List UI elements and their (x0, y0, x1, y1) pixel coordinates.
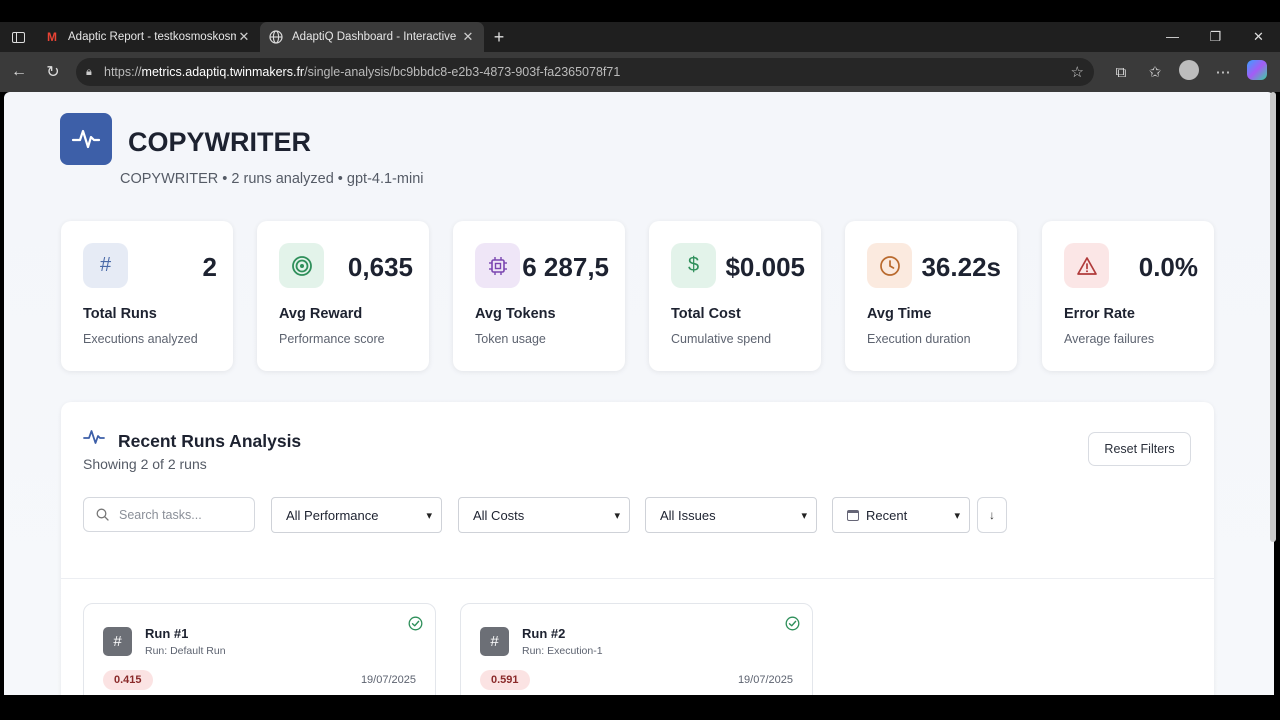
run-title: Run #1 (145, 626, 189, 641)
minimize-icon[interactable]: — (1151, 29, 1194, 45)
stat-label: Avg Tokens (475, 306, 556, 322)
stat-value: 36.22s (921, 252, 1001, 282)
close-icon[interactable]: ✕ (460, 29, 476, 45)
target-icon (279, 243, 324, 288)
stat-label: Error Rate (1064, 306, 1135, 322)
hash-icon: # (103, 627, 132, 656)
profile-avatar[interactable] (1172, 60, 1206, 84)
search-box[interactable] (83, 497, 255, 532)
favorites-icon[interactable]: ✩ (1138, 63, 1172, 81)
window-close-icon[interactable]: ✕ (1237, 29, 1280, 45)
stat-sub: Performance score (279, 332, 385, 346)
divider (61, 578, 1214, 579)
globe-icon (268, 29, 284, 45)
stat-value: 6 287,5 (522, 252, 609, 282)
chevron-down-icon: ▾ (954, 509, 960, 522)
chevron-down-icon: ▾ (614, 509, 620, 522)
run-card[interactable]: # Run #2 Run: Execution-1 0.591 19/07/20… (460, 603, 813, 695)
dollar-icon: $ (671, 243, 716, 288)
browser-toolbar: ← ↻ 🔒︎ https://metrics.adaptiq.twinmaker… (0, 52, 1280, 92)
stat-card-avg-time: 36.22s Avg Time Execution duration (845, 221, 1017, 371)
search-input[interactable] (119, 507, 249, 522)
back-icon[interactable]: ← (2, 63, 36, 81)
stat-value: $0.005 (725, 252, 805, 282)
chevron-down-icon: ▾ (426, 509, 432, 522)
stat-sub: Executions analyzed (83, 332, 198, 346)
stat-sub: Average failures (1064, 332, 1155, 346)
warning-icon (1064, 243, 1109, 288)
stat-value: 0,635 (347, 252, 413, 282)
cpu-icon (475, 243, 520, 288)
score-badge: 0.591 (480, 670, 530, 690)
hash-icon: # (480, 627, 509, 656)
stat-label: Avg Reward (279, 306, 363, 322)
stat-value: 2 (202, 252, 217, 282)
panel-subtitle: Showing 2 of 2 runs (83, 456, 207, 472)
stat-label: Avg Time (867, 306, 932, 322)
reload-icon[interactable]: ↻ (36, 62, 70, 82)
panel-title: Recent Runs Analysis (118, 431, 302, 451)
browser-tab-bar: M Adaptic Report - testkosmoskosmos ✕ Ad… (0, 22, 1280, 52)
select-value: All Performance (286, 507, 379, 523)
check-circle-icon (785, 616, 800, 636)
run-date: 19/07/2025 (360, 674, 416, 686)
tab-title: AdaptiQ Dashboard - Interactive (292, 31, 457, 43)
lock-icon: 🔒︎ (86, 65, 92, 78)
stat-label: Total Cost (671, 306, 741, 322)
performance-filter-select[interactable]: All Performance ▾ (271, 497, 442, 533)
run-subtitle: Run: Default Run (145, 645, 226, 657)
run-title: Run #2 (522, 626, 566, 641)
browser-tab-dashboard[interactable]: AdaptiQ Dashboard - Interactive ✕ (260, 22, 484, 52)
close-icon[interactable]: ✕ (236, 29, 252, 45)
copilot-icon[interactable] (1240, 60, 1274, 84)
stat-card-error-rate: 0.0% Error Rate Average failures (1042, 221, 1214, 371)
stat-card-avg-tokens: 6 287,5 Avg Tokens Token usage (453, 221, 625, 371)
check-circle-icon (408, 616, 423, 636)
sort-direction-button[interactable]: ↓ (977, 497, 1007, 533)
new-tab-icon[interactable]: + (484, 27, 514, 48)
costs-filter-select[interactable]: All Costs ▾ (458, 497, 630, 533)
reset-filters-button[interactable]: Reset Filters (1088, 432, 1191, 466)
stat-card-total-cost: $ $0.005 Total Cost Cumulative spend (649, 221, 821, 371)
issues-filter-select[interactable]: All Issues ▾ (645, 497, 817, 533)
url-text: https://metrics.adaptiq.twinmakers.fr/si… (104, 65, 621, 79)
stat-label: Total Runs (83, 306, 157, 322)
star-icon[interactable]: ☆ (1071, 63, 1084, 81)
address-bar[interactable]: 🔒︎ https://metrics.adaptiq.twinmakers.fr… (76, 58, 1094, 86)
stat-card-avg-reward: 0,635 Avg Reward Performance score (257, 221, 429, 371)
recent-runs-panel: Recent Runs Analysis Showing 2 of 2 runs… (61, 402, 1214, 695)
browser-tab-gmail[interactable]: M Adaptic Report - testkosmoskosmos ✕ (36, 22, 260, 52)
activity-logo-icon (60, 113, 112, 165)
select-value: Recent (847, 508, 907, 523)
run-card[interactable]: # Run #1 Run: Default Run 0.415 19/07/20… (83, 603, 436, 695)
score-badge: 0.415 (103, 670, 153, 690)
bottom-frame (0, 695, 1280, 720)
page-content: COPYWRITER COPYWRITER • 2 runs analyzed … (4, 92, 1274, 695)
clock-icon (867, 243, 912, 288)
run-date: 19/07/2025 (737, 674, 793, 686)
more-icon[interactable]: ⋯ (1206, 63, 1240, 81)
restore-icon[interactable]: ❐ (1194, 29, 1237, 45)
stat-card-total-runs: # 2 Total Runs Executions analyzed (61, 221, 233, 371)
select-value: All Costs (473, 507, 525, 523)
page-subtitle: COPYWRITER • 2 runs analyzed • gpt-4.1-m… (120, 171, 424, 187)
run-subtitle: Run: Execution-1 (522, 645, 603, 657)
search-icon (96, 508, 109, 521)
chevron-down-icon: ▾ (801, 509, 807, 522)
stat-value: 0.0% (1138, 252, 1198, 282)
gmail-icon: M (47, 30, 57, 44)
page-title: COPYWRITER (128, 127, 312, 157)
stat-sub: Cumulative spend (671, 332, 772, 346)
stat-sub: Token usage (475, 332, 546, 346)
sort-select[interactable]: Recent ▾ (832, 497, 970, 533)
stat-sub: Execution duration (867, 332, 971, 346)
hash-icon: # (83, 243, 128, 288)
tab-title: Adaptic Report - testkosmoskosmos (68, 31, 236, 43)
extensions-icon[interactable]: ⧉ (1104, 64, 1138, 81)
select-value: All Issues (660, 507, 716, 523)
activity-icon (83, 427, 105, 452)
page-scrollbar[interactable] (1270, 92, 1276, 542)
calendar-icon (847, 509, 859, 521)
tab-actions-icon[interactable] (0, 22, 36, 52)
